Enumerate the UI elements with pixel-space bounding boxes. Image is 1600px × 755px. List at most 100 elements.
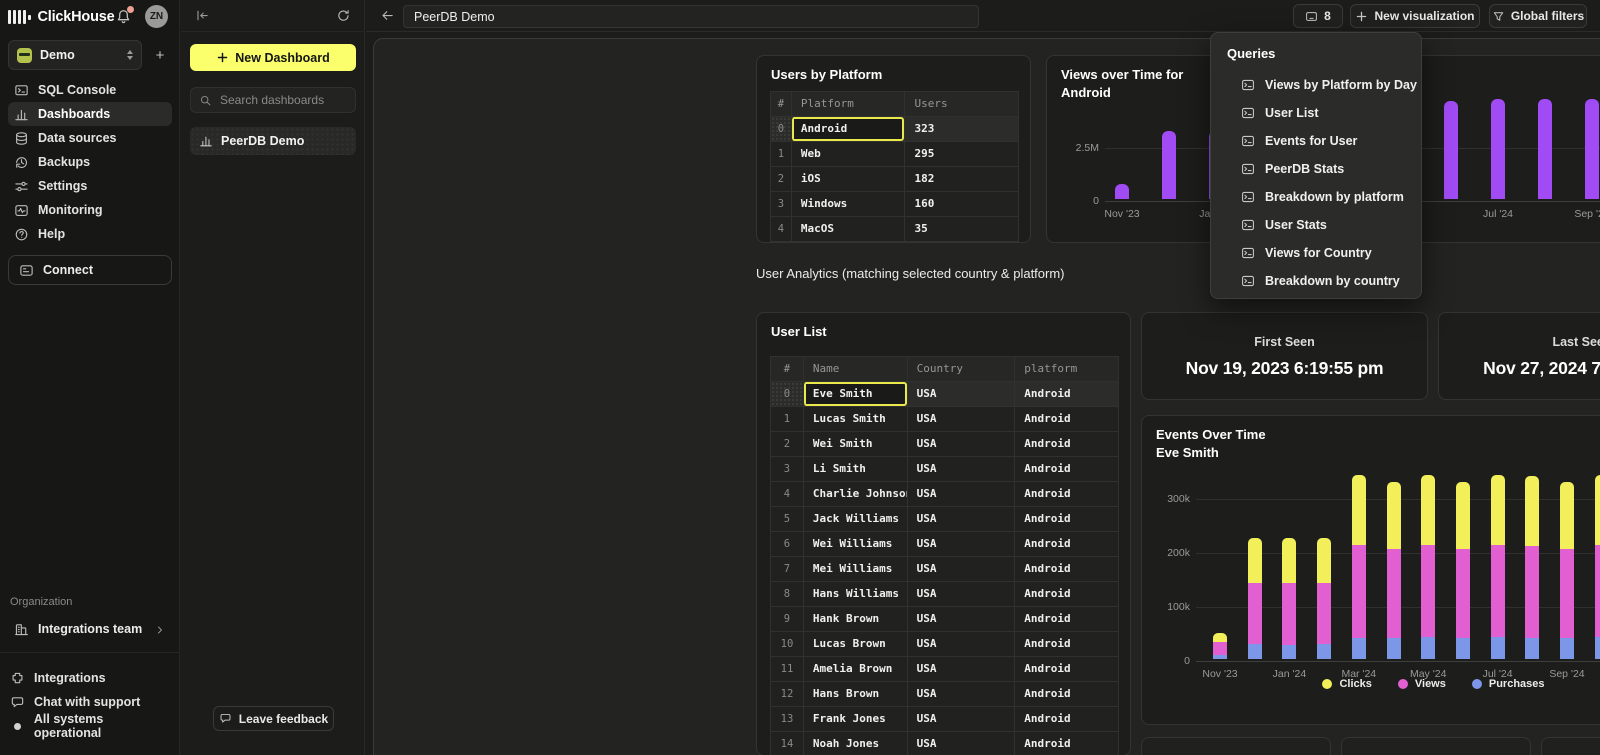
events-bar-segment-views[interactable] bbox=[1317, 583, 1331, 643]
events-bar-segment-purchases[interactable] bbox=[1317, 644, 1331, 659]
organization-team-item[interactable]: Integrations team bbox=[8, 615, 172, 643]
table-cell[interactable]: Charlie Johnson bbox=[803, 482, 907, 506]
table-cell[interactable]: Mei Williams bbox=[803, 557, 907, 581]
events-bar-segment-purchases[interactable] bbox=[1421, 637, 1435, 659]
service-selector[interactable]: Demo bbox=[8, 40, 142, 70]
table-cell[interactable]: Eve Smith bbox=[803, 382, 907, 406]
sidebar-item-monitoring[interactable]: Monitoring bbox=[8, 198, 172, 222]
views-bar[interactable] bbox=[1585, 99, 1599, 199]
sidebar-item-data-sources[interactable]: Data sources bbox=[8, 126, 172, 150]
table-cell[interactable]: Noah Jones bbox=[803, 732, 907, 755]
table-row[interactable]: 0Android323 bbox=[770, 117, 1018, 142]
table-cell[interactable]: 323 bbox=[904, 117, 1018, 141]
table-cell[interactable]: Android bbox=[1014, 682, 1118, 706]
table-cell[interactable]: Android bbox=[1014, 557, 1118, 581]
table-cell[interactable]: USA bbox=[907, 507, 1015, 531]
clickhouse-logo-icon[interactable] bbox=[8, 10, 31, 25]
table-cell[interactable]: USA bbox=[907, 532, 1015, 556]
add-service-button[interactable]: + bbox=[148, 43, 172, 67]
table-cell[interactable]: USA bbox=[907, 682, 1015, 706]
events-bar-segment-clicks[interactable] bbox=[1213, 633, 1227, 642]
events-bar-segment-purchases[interactable] bbox=[1387, 638, 1401, 659]
events-bar-segment-views[interactable] bbox=[1421, 545, 1435, 637]
events-bar-segment-clicks[interactable] bbox=[1282, 538, 1296, 584]
table-row[interactable]: 6Wei WilliamsUSAAndroid bbox=[770, 532, 1118, 557]
table-cell[interactable]: iOS bbox=[791, 167, 905, 191]
table-cell[interactable]: Amelia Brown bbox=[803, 657, 907, 681]
connect-button[interactable]: Connect bbox=[8, 255, 172, 285]
events-bar-segment-views[interactable] bbox=[1595, 545, 1600, 637]
events-bar-segment-views[interactable] bbox=[1560, 549, 1574, 639]
table-row[interactable]: 14Noah JonesUSAAndroid bbox=[770, 732, 1118, 755]
query-item-peerdb-stats[interactable]: PeerDB Stats bbox=[1211, 155, 1421, 183]
views-bar[interactable] bbox=[1538, 99, 1552, 199]
footer-item-all-systems-operational[interactable]: All systems operational bbox=[10, 714, 172, 738]
table-cell[interactable]: USA bbox=[907, 432, 1015, 456]
table-cell[interactable]: Windows bbox=[791, 192, 905, 216]
events-bar-segment-purchases[interactable] bbox=[1213, 655, 1227, 659]
table-cell[interactable]: Hans Brown bbox=[803, 682, 907, 706]
table-cell[interactable]: USA bbox=[907, 732, 1015, 755]
events-bar-segment-clicks[interactable] bbox=[1595, 475, 1600, 545]
table-row[interactable]: 12Hans BrownUSAAndroid bbox=[770, 682, 1118, 707]
table-cell[interactable]: USA bbox=[907, 482, 1015, 506]
events-bar-segment-views[interactable] bbox=[1282, 583, 1296, 645]
table-cell[interactable]: USA bbox=[907, 632, 1015, 656]
table-cell[interactable]: Android bbox=[1014, 457, 1118, 481]
table-cell[interactable]: 182 bbox=[904, 167, 1018, 191]
table-row[interactable]: 8Hans WilliamsUSAAndroid bbox=[770, 582, 1118, 607]
events-bar-segment-clicks[interactable] bbox=[1491, 475, 1505, 545]
table-cell[interactable]: Wei Williams bbox=[803, 532, 907, 556]
table-cell[interactable]: Android bbox=[1014, 607, 1118, 631]
query-item-views-for-country[interactable]: Views for Country bbox=[1211, 239, 1421, 267]
table-cell[interactable]: Lucas Brown bbox=[803, 632, 907, 656]
table-row[interactable]: 0Eve SmithUSAAndroid bbox=[770, 382, 1118, 407]
events-bar-segment-purchases[interactable] bbox=[1560, 638, 1574, 659]
sidebar-item-dashboards[interactable]: Dashboards bbox=[8, 102, 172, 126]
events-bar-segment-purchases[interactable] bbox=[1248, 644, 1262, 659]
leave-feedback-button[interactable]: Leave feedback bbox=[213, 706, 334, 731]
query-item-user-list[interactable]: User List bbox=[1211, 99, 1421, 127]
table-cell[interactable]: Wei Smith bbox=[803, 432, 907, 456]
sidebar-item-help[interactable]: Help bbox=[8, 222, 172, 246]
events-bar-segment-purchases[interactable] bbox=[1491, 637, 1505, 659]
table-cell[interactable]: Jack Williams bbox=[803, 507, 907, 531]
queries-count-button[interactable]: 8 bbox=[1293, 4, 1343, 28]
new-visualization-button[interactable]: New visualization bbox=[1350, 4, 1480, 28]
legend-item-purchases[interactable]: Purchases bbox=[1472, 678, 1545, 690]
table-cell[interactable]: USA bbox=[907, 582, 1015, 606]
events-bar-segment-views[interactable] bbox=[1525, 546, 1539, 638]
table-row[interactable]: 2iOS182 bbox=[770, 167, 1018, 192]
events-bar-segment-purchases[interactable] bbox=[1525, 638, 1539, 659]
table-cell[interactable]: Android bbox=[1014, 582, 1118, 606]
events-bar-segment-clicks[interactable] bbox=[1525, 476, 1539, 546]
table-row[interactable]: 11Amelia BrownUSAAndroid bbox=[770, 657, 1118, 682]
table-row[interactable]: 5Jack WilliamsUSAAndroid bbox=[770, 507, 1118, 532]
table-cell[interactable]: USA bbox=[907, 382, 1015, 406]
table-cell[interactable]: USA bbox=[907, 557, 1015, 581]
table-cell[interactable]: Android bbox=[1014, 707, 1118, 731]
events-bar-segment-clicks[interactable] bbox=[1456, 482, 1470, 549]
events-bar-segment-purchases[interactable] bbox=[1352, 638, 1366, 659]
table-cell[interactable]: Lucas Smith bbox=[803, 407, 907, 431]
table-row[interactable]: 3Windows160 bbox=[770, 192, 1018, 217]
dashboard-title-input[interactable] bbox=[403, 5, 979, 28]
dashboard-search-input[interactable] bbox=[218, 92, 347, 108]
table-cell[interactable]: Android bbox=[1014, 657, 1118, 681]
query-item-events-for-user[interactable]: Events for User bbox=[1211, 127, 1421, 155]
events-bar-segment-views[interactable] bbox=[1213, 642, 1227, 655]
query-item-breakdown-by-country[interactable]: Breakdown by country bbox=[1211, 267, 1421, 295]
table-cell[interactable]: Web bbox=[791, 142, 905, 166]
table-cell[interactable]: USA bbox=[907, 457, 1015, 481]
table-row[interactable]: 9Hank BrownUSAAndroid bbox=[770, 607, 1118, 632]
table-cell[interactable]: Android bbox=[1014, 532, 1118, 556]
table-cell[interactable]: Frank Jones bbox=[803, 707, 907, 731]
table-row[interactable]: 3Li SmithUSAAndroid bbox=[770, 457, 1118, 482]
footer-item-chat-with-support[interactable]: Chat with support bbox=[10, 690, 172, 714]
table-row[interactable]: 10Lucas BrownUSAAndroid bbox=[770, 632, 1118, 657]
table-row[interactable]: 13Frank JonesUSAAndroid bbox=[770, 707, 1118, 732]
events-bar-segment-purchases[interactable] bbox=[1456, 638, 1470, 659]
table-cell[interactable]: USA bbox=[907, 407, 1015, 431]
table-cell[interactable]: 295 bbox=[904, 142, 1018, 166]
user-avatar[interactable]: ZN bbox=[145, 5, 168, 28]
